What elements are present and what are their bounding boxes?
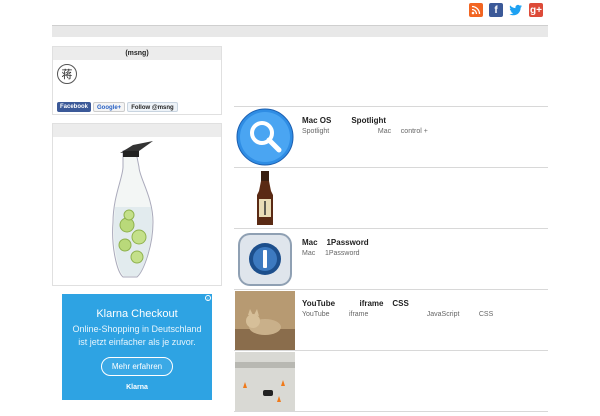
ad-info-icon[interactable]: i <box>205 295 211 301</box>
profile-widget: (msng) 蒋 Facebook Google+ Follow @msng <box>52 46 222 115</box>
facebook-button[interactable]: Facebook <box>57 102 92 112</box>
facebook-icon[interactable]: f <box>489 3 503 17</box>
list-item[interactable]: YouTube iframe CSS YouTube iframe JavaSc… <box>234 290 548 351</box>
list-item[interactable]: Mac 1Password Mac 1Password <box>234 229 548 290</box>
reading-label: 読ん中 <box>243 86 286 101</box>
cat-photo-thumbnail[interactable] <box>235 291 295 350</box>
ad-cta-button[interactable]: Mehr erfahren <box>100 357 174 376</box>
list-item[interactable]: 読ん中 <box>234 46 548 107</box>
spotlight-icon[interactable] <box>235 108 295 167</box>
sake-bottle-image[interactable] <box>235 169 295 228</box>
list-item[interactable] <box>234 168 548 229</box>
item-desc: Mac 1Password <box>302 250 360 257</box>
share-buttons: Facebook Google+ Follow @msng <box>57 102 178 112</box>
klarna-ad[interactable]: i Klarna Checkout Online-Shopping in Deu… <box>62 294 212 400</box>
ad-brand: Klarna <box>126 384 148 391</box>
list-item[interactable] <box>234 351 548 412</box>
product-widget <box>52 123 222 286</box>
list-item[interactable]: Mac OS Spotlight Spotlight Mac control + <box>234 107 548 168</box>
article-list: 読ん中 Mac OS Spotlight Spotlight Mac contr… <box>234 46 548 412</box>
item-desc: Spotlight Mac control + <box>302 128 428 135</box>
ad-line-1: Online-Shopping in Deutschland <box>72 324 202 334</box>
avatar[interactable]: 蒋 <box>57 64 77 84</box>
toy-car-photo-thumbnail[interactable] <box>235 352 295 411</box>
reading-thumbnail[interactable]: 読ん中 <box>235 47 295 106</box>
1password-icon[interactable] <box>235 230 295 289</box>
ad-text: Online-Shopping in Deutschland ist jetzt… <box>62 323 212 349</box>
water-carafe-image[interactable] <box>53 137 221 285</box>
social-links: f g+ <box>469 3 543 17</box>
product-header <box>53 124 221 137</box>
ad-heading: Klarna Checkout <box>96 308 178 320</box>
profile-title: (msng) <box>53 47 221 60</box>
item-title[interactable]: Mac 1Password <box>302 238 369 247</box>
google-plus-button[interactable]: Google+ <box>93 102 126 112</box>
item-desc: YouTube iframe JavaScript CSS <box>302 311 494 318</box>
item-title[interactable]: YouTube iframe CSS <box>302 299 409 308</box>
twitter-follow-button[interactable]: Follow @msng <box>127 102 178 112</box>
item-title[interactable]: Mac OS Spotlight <box>302 116 386 125</box>
google-plus-icon[interactable]: g+ <box>529 3 543 17</box>
rss-icon[interactable] <box>469 3 483 17</box>
header-bar <box>52 25 548 37</box>
ad-line-2: ist jetzt einfacher als je zuvor. <box>78 337 196 347</box>
twitter-icon[interactable] <box>509 3 523 17</box>
